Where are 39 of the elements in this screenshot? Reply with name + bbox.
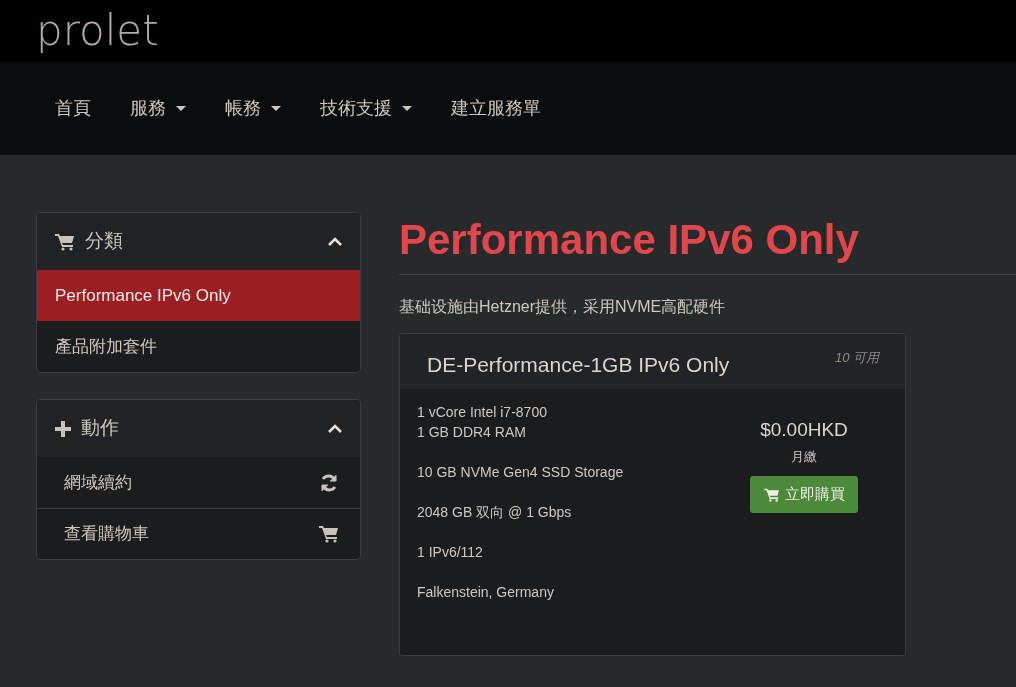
feature-text: 2048 GB 双向 @ 1 Gbps bbox=[417, 503, 572, 522]
nav-link[interactable]: 帳務 bbox=[210, 95, 296, 122]
feature-text: 10 GB NVMe Gen4 SSD Storage bbox=[417, 463, 624, 482]
chevron-icon bbox=[328, 424, 342, 433]
product-name: DE-Performance-1GB IPv6 Only bbox=[427, 352, 730, 378]
page-subtitle: 基础设施由Hetzner提供，采用NVME高配硬件 bbox=[399, 297, 726, 317]
plus-icon bbox=[55, 420, 71, 437]
item-label: 網域續約 bbox=[64, 471, 132, 494]
caret-icon bbox=[402, 106, 412, 111]
nav-link[interactable]: 建立服務單 bbox=[436, 95, 556, 122]
billing-cycle: 月繳 bbox=[791, 447, 817, 466]
nav-link[interactable]: 首頁 bbox=[40, 95, 106, 122]
page-title: Performance IPv6 Only bbox=[399, 215, 859, 265]
refresh-icon bbox=[319, 472, 339, 493]
sidebar-item[interactable]: 產品附加套件 bbox=[37, 321, 360, 372]
feature-text: 1 GB DDR4 RAM bbox=[417, 423, 526, 442]
nav-link[interactable]: 技術支援 bbox=[305, 95, 427, 122]
panel-title: 分類 bbox=[85, 229, 124, 254]
sidebar-item[interactable]: 網域續約 bbox=[37, 457, 360, 508]
chevron-icon bbox=[328, 237, 342, 246]
site-logo[interactable]: prolet bbox=[36, 6, 159, 56]
cart-icon bbox=[319, 525, 339, 543]
sidebar-item[interactable]: Performance IPv6 Only bbox=[37, 270, 360, 321]
item-label: 查看購物車 bbox=[64, 523, 149, 546]
caret-icon bbox=[271, 106, 281, 111]
order-button[interactable]: 立即購買 bbox=[750, 476, 858, 513]
panel-header[interactable]: 動作 bbox=[37, 400, 360, 457]
cart-icon bbox=[763, 487, 780, 502]
nav-link[interactable]: 服務 bbox=[115, 95, 201, 122]
feature-text: Falkenstein, Germany bbox=[417, 583, 554, 602]
panel-title: 動作 bbox=[81, 416, 120, 441]
caret-icon bbox=[176, 106, 186, 111]
feature-text: 1 IPv6/112 bbox=[417, 543, 483, 562]
cart-icon bbox=[55, 232, 75, 251]
feature-text: 1 vCore Intel i7-8700 bbox=[417, 403, 547, 422]
availability-text: 10 可用 bbox=[834, 349, 879, 367]
panel-header[interactable]: 分類 bbox=[37, 213, 360, 270]
sidebar-item[interactable]: 查看購物車 bbox=[37, 508, 360, 559]
price: $0.00HKD bbox=[760, 418, 848, 442]
